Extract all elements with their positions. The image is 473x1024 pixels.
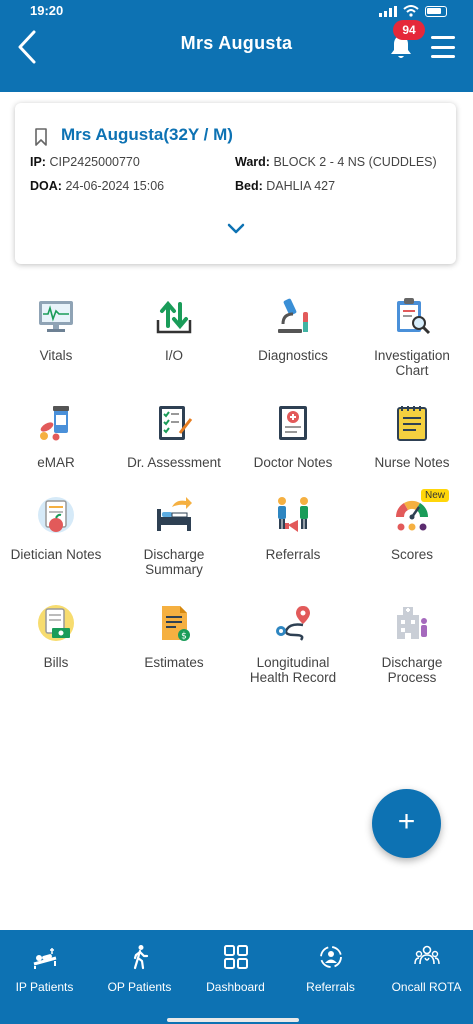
tile-label: Scores [390,547,434,562]
ip-number: IP: CIP2425000770 [30,155,140,169]
tile-label: Longitudinal Health Record [249,655,337,685]
tile-dietician-notes[interactable]: Dietician Notes [0,495,115,562]
tile-estimates[interactable]: $ Estimates [115,603,233,670]
nav-dashboard[interactable]: Dashboard [188,944,283,994]
checklist-icon [159,406,193,440]
tile-diagnostics[interactable]: Diagnostics [234,296,352,363]
diet-plan-icon [38,497,74,533]
status-time: 19:20 [30,3,64,18]
route-pin-icon [276,606,310,641]
tile-doctor-notes[interactable]: Doctor Notes [234,403,352,470]
medical-report-icon [279,406,307,440]
hospital-exit-icon [397,607,427,639]
patient-card: Mrs Augusta(32Y / M) IP: CIP2425000770 W… [15,103,456,264]
tile-discharge-process[interactable]: Discharge Process [353,603,471,685]
status-icons [379,5,447,17]
tile-dr-assessment[interactable]: Dr. Assessment [115,403,233,470]
vitals-monitor-icon [39,301,73,332]
hospital-bed-exit-icon [157,497,192,531]
tile-vitals[interactable]: Vitals [0,296,115,363]
tile-label: Bills [43,655,69,670]
clipboard-search-icon [397,298,431,335]
nav-referrals[interactable]: Referrals [283,944,378,994]
referral-people-icon [278,497,308,532]
tile-nurse-notes[interactable]: Nurse Notes [353,403,471,470]
tile-label: Estimates [144,655,204,670]
chevron-down-icon[interactable] [226,221,246,237]
wifi-icon [403,5,419,17]
tile-label: Dietician Notes [10,547,102,562]
tile-label: Referrals [265,547,321,562]
bed-info: Bed: DAHLIA 427 [235,179,336,193]
tile-label: Dr. Assessment [127,455,221,470]
nav-oncall-rota[interactable]: Oncall ROTA [379,944,473,994]
signal-icon [379,5,397,17]
notification-badge: 94 [393,20,425,40]
notepad-icon [397,406,427,441]
battery-icon [425,5,447,17]
bookmark-icon[interactable] [34,128,48,146]
ward-info: Ward: BLOCK 2 - 4 NS (CUDDLES) [235,155,437,169]
tile-label: Discharge Process [381,655,443,685]
tile-label: I/O [164,348,183,363]
bottom-navigation: IP Patients OP Patients Dashboard Referr… [0,930,473,1024]
admission-date: DOA: 24-06-2024 15:06 [30,179,165,193]
tile-referrals[interactable]: Referrals [234,495,352,562]
nav-label: Referrals [306,980,355,994]
nav-label: Oncall ROTA [391,980,462,994]
nav-ip-patients[interactable]: IP Patients [0,944,92,994]
tile-scores[interactable]: Scores [353,495,471,562]
doctors-group-icon [413,945,440,965]
walking-person-icon [133,945,148,970]
tile-label: Diagnostics [258,348,328,363]
input-output-arrows-icon [156,300,192,334]
tile-io[interactable]: I/O [115,296,233,363]
tile-label: Doctor Notes [253,455,333,470]
bill-icon [38,605,74,641]
tile-label: Discharge Summary [143,547,205,577]
add-button[interactable]: + [372,789,441,858]
tile-discharge-summary[interactable]: Discharge Summary [115,495,233,577]
medication-icon [40,406,69,441]
tile-investigation-chart[interactable]: Investigation Chart [353,296,471,378]
tile-bills[interactable]: Bills [0,603,115,670]
estimate-document-icon: $ [162,606,190,642]
app-header: 19:20 Mrs Augusta 94 [0,0,473,92]
tile-label: eMAR [37,455,75,470]
tile-emar[interactable]: eMAR [0,403,115,470]
svg-text:$: $ [181,632,187,642]
new-badge: New [421,489,450,502]
referral-exchange-icon [319,946,342,968]
nav-op-patients[interactable]: OP Patients [92,944,187,994]
menu-button[interactable] [431,36,455,58]
home-indicator[interactable] [167,1018,299,1022]
patient-name: Mrs Augusta(32Y / M) [61,125,233,144]
tile-label: Nurse Notes [374,455,450,470]
nav-label: OP Patients [107,980,172,994]
dashboard-grid-icon [223,945,248,969]
status-bar: 19:20 [0,0,473,22]
tile-label: Investigation Chart [374,348,450,378]
microscope-icon [278,298,308,333]
tile-longitudinal-health-record[interactable]: Longitudinal Health Record [234,603,352,685]
nav-label: Dashboard [206,980,265,994]
nav-label: IP Patients [15,980,74,994]
tile-label: Vitals [39,348,73,363]
patient-bed-icon [33,948,56,969]
